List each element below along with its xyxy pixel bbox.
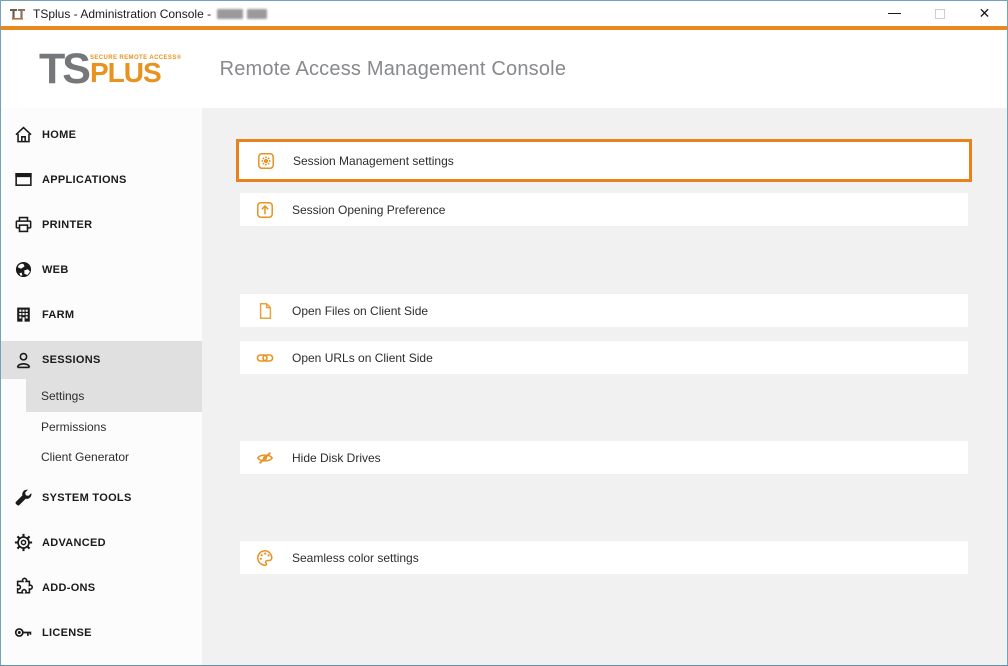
sidebar-item-web[interactable]: WEB [1,247,202,292]
sidebar-item-label: LICENSE [42,627,92,639]
header: TS SECURE REMOTE ACCESS® PLUS Remote Acc… [1,30,1007,108]
sidebar-item-sessions[interactable]: SESSIONS [1,341,202,379]
open-files-client-side-button[interactable]: Open Files on Client Side [240,294,968,327]
sidebar-item-label: FARM [42,309,74,321]
tsplus-admin-console-window: TSplus - Administration Console - ✕ TS S… [0,0,1008,666]
web-icon [12,259,34,280]
home-icon [12,124,34,145]
sidebar-subitem-label: Settings [41,389,84,403]
page-title: Remote Access Management Console [220,58,567,81]
highlight-frame: Session Management settings [236,139,972,182]
advanced-icon [12,532,34,553]
sidebar-subitem-label: Permissions [41,420,106,434]
sidebar-item-printer[interactable]: PRINTER [1,202,202,247]
sidebar-item-system-tools[interactable]: SYSTEM TOOLS [1,475,202,520]
add-ons-icon [12,577,34,598]
sidebar-item-label: ADD-ONS [42,582,95,594]
body: HOME APPLICATIONS [1,108,1007,665]
seamless-color-settings-button[interactable]: Seamless color settings [240,541,968,574]
session-opening-icon [255,200,275,220]
hide-disk-drives-icon [255,448,275,468]
session-management-icon [256,151,276,171]
system-tools-icon [12,487,34,508]
sidebar-item-farm[interactable]: FARM [1,292,202,337]
title-bar: TSplus - Administration Console - ✕ [1,1,1007,26]
button-label: Seamless color settings [292,551,419,565]
open-urls-icon [255,348,275,368]
session-management-settings-button[interactable]: Session Management settings [241,144,967,177]
tsplus-logo: TS SECURE REMOTE ACCESS® PLUS [39,54,182,84]
applications-icon [12,169,34,190]
button-label: Open URLs on Client Side [292,351,433,365]
minimize-button[interactable] [872,1,917,26]
sidebar-item-label: APPLICATIONS [42,174,127,186]
sidebar-item-label: WEB [42,264,69,276]
printer-icon [12,214,34,235]
window-title: TSplus - Administration Console - [33,7,211,21]
sidebar-subitem-label: Client Generator [41,450,129,464]
sidebar-subitem-permissions[interactable]: Permissions [1,412,202,442]
hide-disk-drives-button[interactable]: Hide Disk Drives [240,441,968,474]
maximize-button[interactable] [917,1,962,26]
logo-plus-text: PLUS [90,62,182,84]
sessions-icon [12,350,34,371]
sidebar-item-label: PRINTER [42,219,92,231]
sidebar: HOME APPLICATIONS [1,108,202,665]
button-label: Hide Disk Drives [292,451,381,465]
close-button[interactable]: ✕ [962,1,1007,26]
sidebar-item-advanced[interactable]: ADVANCED [1,520,202,565]
sidebar-subitem-client-generator[interactable]: Client Generator [1,442,202,472]
sidebar-item-home[interactable]: HOME [1,112,202,157]
sidebar-item-label: HOME [42,129,76,141]
sidebar-item-license[interactable]: LICENSE [1,610,202,655]
window-controls: ✕ [872,1,1007,26]
sidebar-item-add-ons[interactable]: ADD-ONS [1,565,202,610]
redacted-server-name [217,9,267,19]
logo-ts-text: TS [39,54,88,84]
sidebar-subitem-settings[interactable]: Settings [26,379,202,412]
farm-icon [12,304,34,325]
main-content: Session Management settings Session Open… [202,108,1007,665]
button-label: Session Opening Preference [292,203,445,217]
sidebar-item-label: ADVANCED [42,537,106,549]
button-label: Open Files on Client Side [292,304,428,318]
license-icon [12,622,34,643]
open-files-icon [255,301,275,321]
session-opening-preference-button[interactable]: Session Opening Preference [240,193,968,226]
sidebar-item-label: SYSTEM TOOLS [42,492,132,504]
open-urls-client-side-button[interactable]: Open URLs on Client Side [240,341,968,374]
sidebar-item-applications[interactable]: APPLICATIONS [1,157,202,202]
app-logo-icon [9,6,26,22]
sidebar-item-label: SESSIONS [42,354,101,366]
button-label: Session Management settings [293,154,454,168]
seamless-color-icon [255,548,275,568]
